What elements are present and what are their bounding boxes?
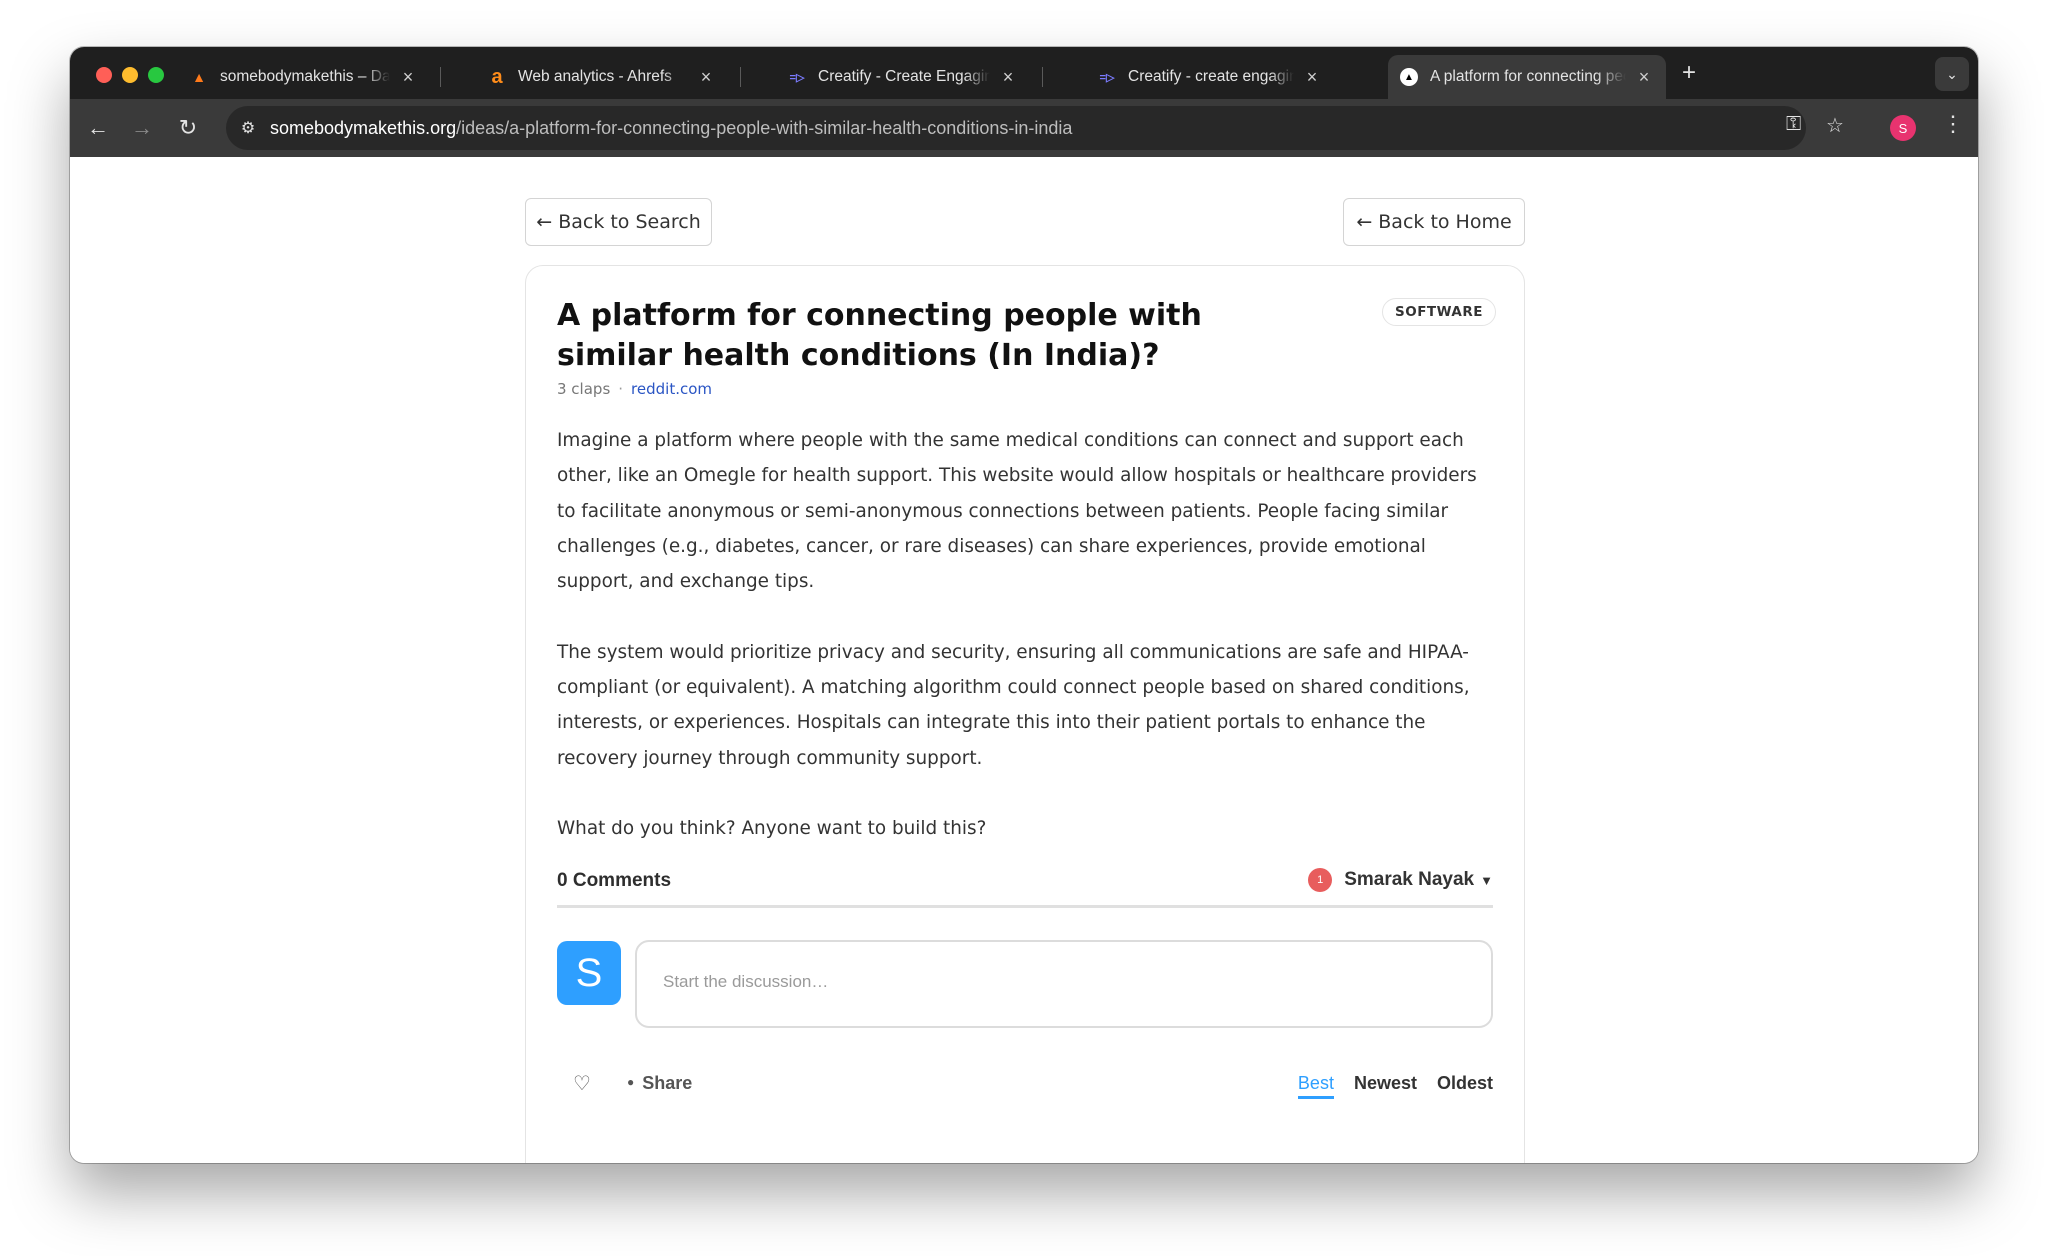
description-paragraph: Imagine a platform where people with the… [557, 430, 1477, 593]
forward-button[interactable]: → [128, 114, 156, 142]
arrow-right-icon: → [131, 115, 153, 140]
new-tab-button[interactable]: + [1682, 59, 1696, 87]
url-text: somebodymakethis.org/ideas/a-platform-fo… [270, 117, 1073, 138]
meta-separator: · [618, 380, 624, 398]
browser-toolbar: ← → ↻ ⚙ somebodymakethis.org/ideas/a-pla… [70, 99, 1978, 157]
user-name: Smarak Nayak [1344, 869, 1475, 890]
window-maximize-button[interactable] [148, 67, 164, 83]
creatify-icon: =▷ [789, 71, 805, 84]
tab-ahrefs[interactable]: a Web analytics - Ahrefs × [488, 55, 716, 99]
browser-window: ▲ somebodymakethis – Databa × a Web anal… [70, 47, 1978, 1163]
commenter-avatar: S [557, 941, 621, 1005]
tab-active-idea[interactable]: ▲ A platform for connecting peo × [1388, 55, 1666, 99]
more-menu-icon[interactable]: ⋮ [1942, 111, 1964, 137]
flame-icon: ▲ [192, 69, 206, 85]
back-to-search-button[interactable]: ← Back to Search [525, 198, 712, 246]
user-menu[interactable]: 1 Smarak Nayak ▼ [1308, 868, 1493, 892]
tab-creatify-2[interactable]: =▷ Creatify - create engaging vid × [1098, 55, 1322, 99]
bullet-icon: ● [627, 1075, 635, 1089]
description-paragraph: The system would prioritize privacy and … [557, 641, 1470, 769]
heart-icon[interactable]: ♡ [573, 1071, 591, 1096]
share-button[interactable]: ● Share [627, 1073, 692, 1094]
bookmark-star-icon[interactable]: ☆ [1826, 113, 1844, 138]
chevron-down-icon: ⌄ [1946, 65, 1958, 82]
discussion-box[interactable] [635, 940, 1493, 1028]
close-icon[interactable]: × [998, 67, 1018, 88]
back-button[interactable]: ← [84, 114, 112, 142]
close-icon[interactable]: × [398, 67, 418, 88]
arrow-left-icon: ← [87, 115, 109, 140]
password-key-icon[interactable]: ⚿ [1786, 113, 1801, 136]
idea-title: A platform for connecting people with si… [557, 298, 1202, 373]
comments-header: 0 Comments 1 Smarak Nayak ▼ [557, 862, 1493, 908]
notification-badge[interactable]: 1 [1308, 868, 1333, 892]
tab-strip: ▲ somebodymakethis – Databa × a Web anal… [70, 47, 1978, 99]
sort-options: Best Newest Oldest [1297, 1073, 1493, 1099]
source-link[interactable]: reddit.com [631, 380, 712, 398]
window-minimize-button[interactable] [122, 67, 138, 83]
claps-count: 3 claps [557, 380, 611, 398]
discussion-input[interactable] [663, 972, 1465, 992]
ahrefs-icon: a [491, 65, 503, 88]
category-badge: SOFTWARE [1382, 298, 1496, 326]
site-settings-icon[interactable]: ⚙ [226, 118, 270, 138]
close-icon[interactable]: × [696, 67, 716, 88]
page-content: ← Back to Search ← Back to Home A platfo… [70, 157, 1978, 1163]
triangle-icon: ▲ [1400, 68, 1418, 86]
idea-description: Imagine a platform where people with the… [557, 423, 1497, 847]
close-icon[interactable]: × [1302, 67, 1322, 88]
window-close-button[interactable] [96, 67, 112, 83]
tab-creatify-1[interactable]: =▷ Creatify - Create Engaging AI × [788, 55, 1018, 99]
address-bar[interactable]: ⚙ somebodymakethis.org/ideas/a-platform-… [226, 106, 1806, 150]
comments-count: 0 Comments [557, 870, 672, 891]
idea-card: A platform for connecting people with si… [525, 265, 1525, 1163]
tab-search-button[interactable]: ⌄ [1935, 57, 1969, 91]
sort-best[interactable]: Best [1297, 1073, 1334, 1099]
sort-oldest[interactable]: Oldest [1437, 1073, 1493, 1099]
reload-button[interactable]: ↻ [174, 114, 202, 142]
tab-somebodymakethis[interactable]: ▲ somebodymakethis – Databa × [190, 55, 418, 99]
back-to-home-button[interactable]: ← Back to Home [1343, 198, 1525, 246]
close-icon[interactable]: × [1634, 67, 1654, 88]
sort-newest[interactable]: Newest [1354, 1073, 1417, 1099]
caret-down-icon: ▼ [1480, 872, 1493, 888]
comments-footer: ♡ ● Share Best Newest Oldest [557, 1071, 1493, 1101]
description-paragraph: What do you think? Anyone want to build … [557, 818, 987, 840]
creatify-icon: =▷ [1099, 71, 1115, 84]
profile-avatar[interactable]: S [1890, 115, 1916, 141]
idea-meta: 3 claps · reddit.com [557, 380, 712, 398]
reload-icon: ↻ [178, 115, 198, 140]
